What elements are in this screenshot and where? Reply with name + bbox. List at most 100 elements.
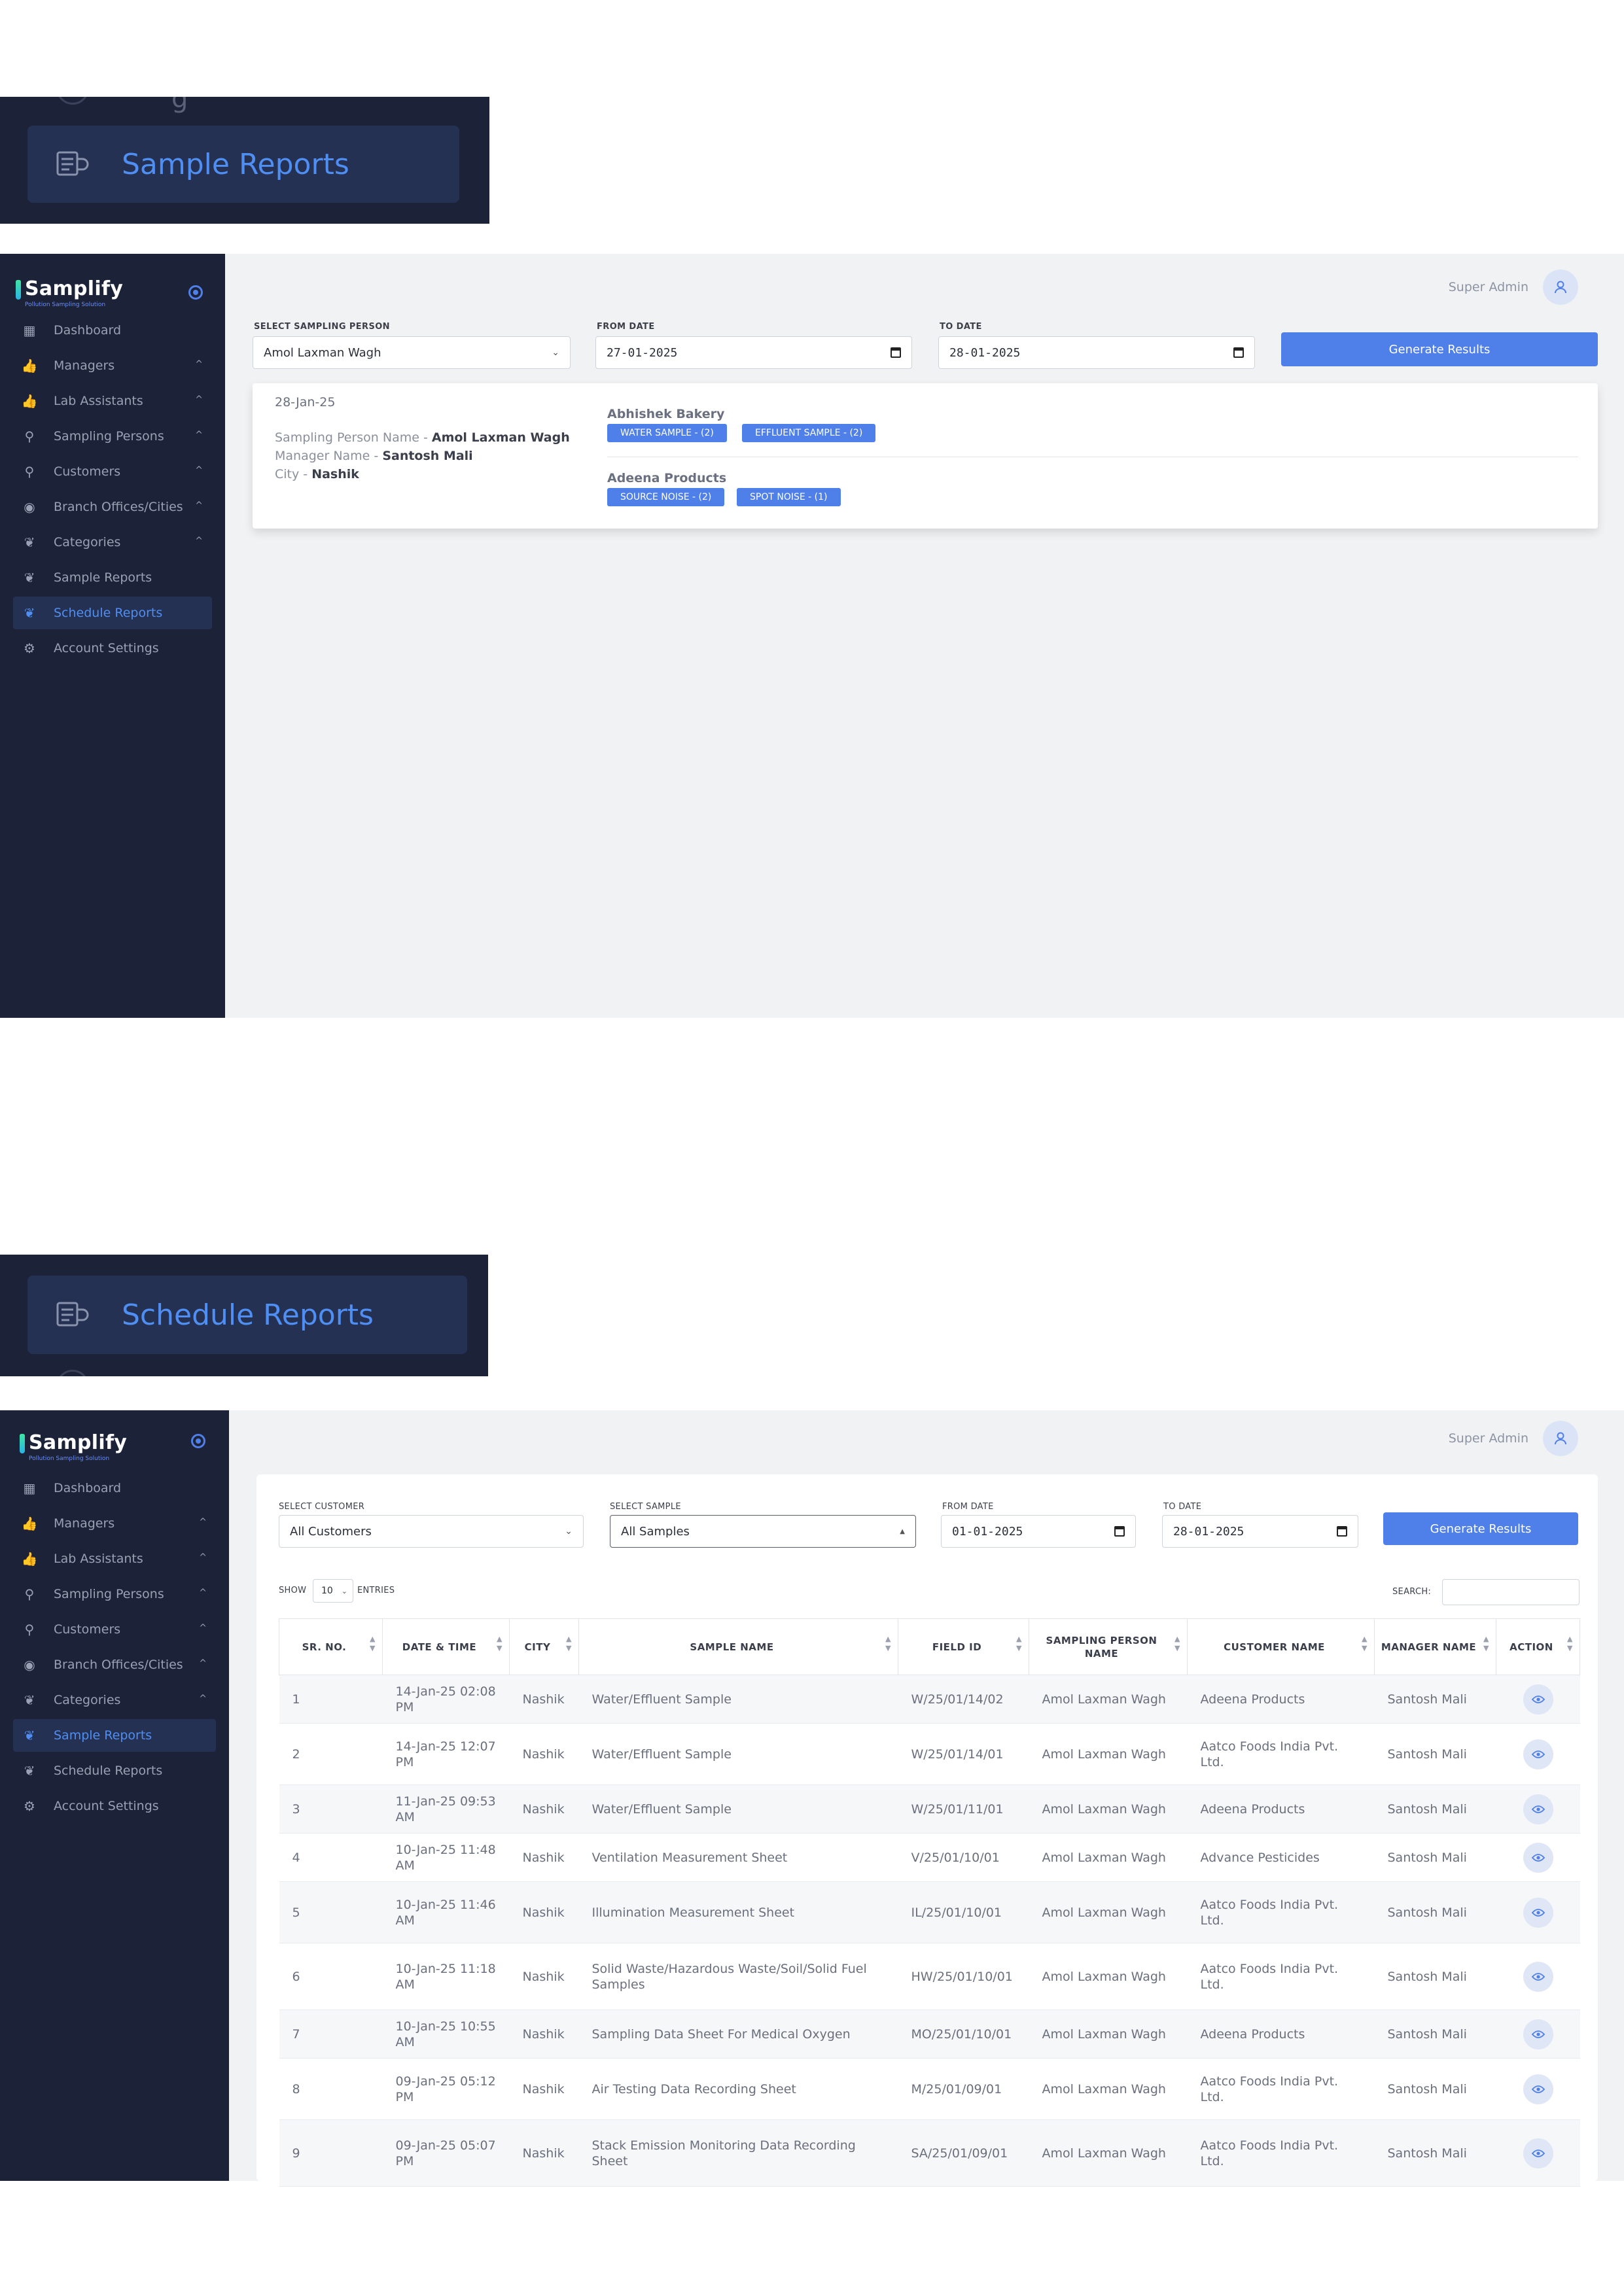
sample-select[interactable]: All Samples ▲ <box>610 1515 916 1548</box>
chevron-up-icon[interactable]: ^ <box>199 1623 207 1633</box>
sidebar-item-account-settings[interactable]: ⚙ Account Settings <box>13 632 212 665</box>
collapse-sidebar-icon[interactable] <box>191 1434 205 1448</box>
view-eye-icon[interactable] <box>1523 1897 1553 1928</box>
sort-icon[interactable]: ▲ ▼ <box>497 1635 503 1653</box>
sidebar-item-sampling-persons[interactable]: ⚲ Sampling Persons ^ <box>13 1578 216 1610</box>
sidebar-item-dashboard[interactable]: ▦ Dashboard <box>13 1472 216 1505</box>
generate-results-button[interactable]: Generate Results <box>1383 1512 1578 1545</box>
city-cell: Nashik <box>509 2119 579 2187</box>
sort-icon[interactable]: ▲ ▼ <box>1016 1635 1022 1653</box>
sidebar-item-sample-reports[interactable]: ❦ Sample Reports <box>13 561 212 594</box>
from-date-input[interactable]: 01-01-2025 <box>941 1515 1136 1548</box>
view-eye-icon[interactable] <box>1523 1684 1553 1714</box>
column-header[interactable]: DATE & TIME ▲ ▼ <box>382 1618 510 1675</box>
view-eye-icon[interactable] <box>1523 2019 1553 2049</box>
sort-icon[interactable]: ▲ ▼ <box>1174 1635 1180 1653</box>
chevron-up-icon[interactable]: ^ <box>195 359 203 370</box>
banner-ghost-circle <box>56 97 89 105</box>
user-avatar-icon[interactable] <box>1543 1421 1578 1456</box>
calendar-icon[interactable] <box>1337 1526 1347 1537</box>
sidebar-item-customers[interactable]: ⚲ Customers ^ <box>13 455 212 488</box>
column-header-label: DATE & TIME <box>402 1641 477 1653</box>
to-date-input[interactable]: 28-01-2025 <box>1162 1515 1358 1548</box>
sidebar-item-categories[interactable]: ❦ Categories ^ <box>13 526 212 559</box>
city-cell: Nashik <box>509 2009 579 2059</box>
user-menu[interactable]: Super Admin <box>1449 270 1578 305</box>
chevron-up-icon[interactable]: ^ <box>195 536 203 546</box>
manager-name-cell: Santosh Mali <box>1374 1833 1496 1882</box>
chevron-up-icon[interactable]: ^ <box>199 1552 207 1563</box>
from-date-input[interactable]: 27-01-2025 <box>595 336 912 369</box>
sidebar-item-sampling-persons[interactable]: ⚲ Sampling Persons ^ <box>13 420 212 453</box>
chevron-up-icon[interactable]: ^ <box>195 500 203 511</box>
sr-no-cell: 1 <box>279 1675 383 1724</box>
view-eye-icon[interactable] <box>1523 1961 1553 1992</box>
column-header[interactable]: ACTION ▲ ▼ <box>1496 1618 1580 1675</box>
chevron-up-icon[interactable]: ^ <box>195 394 203 405</box>
sidebar-item-schedule-reports[interactable]: ❦ Schedule Reports <box>13 597 212 629</box>
view-eye-icon[interactable] <box>1523 1794 1553 1824</box>
column-header[interactable]: MANAGER NAME ▲ ▼ <box>1374 1618 1496 1675</box>
sidebar-item-lab-assistants[interactable]: 👍 Lab Assistants ^ <box>13 1542 216 1575</box>
chevron-up-icon[interactable]: ^ <box>199 1588 207 1598</box>
customer-select[interactable]: All Customers ⌄ <box>279 1515 584 1548</box>
column-header[interactable]: SAMPLING PERSON NAME ▲ ▼ <box>1029 1618 1188 1675</box>
collapse-sidebar-icon[interactable] <box>188 285 203 300</box>
map-pin-icon: ◉ <box>24 499 35 515</box>
sort-icon[interactable]: ▲ ▼ <box>885 1635 891 1653</box>
chevron-up-icon[interactable]: ^ <box>199 1658 207 1669</box>
sidebar-item-schedule-reports[interactable]: ❦ Schedule Reports <box>13 1754 216 1787</box>
sidebar-item-managers[interactable]: 👍 Managers ^ <box>13 1507 216 1540</box>
sidebar-item-customers[interactable]: ⚲ Customers ^ <box>13 1613 216 1646</box>
generate-results-button[interactable]: Generate Results <box>1281 332 1598 366</box>
sidebar-item-managers[interactable]: 👍 Managers ^ <box>13 349 212 382</box>
customer-name-cell: Aatco Foods India Pvt. Ltd. <box>1187 2119 1375 2187</box>
column-header[interactable]: CITY ▲ ▼ <box>509 1618 579 1675</box>
calendar-icon[interactable] <box>1114 1526 1125 1537</box>
sidebar-item-label: Dashboard <box>54 323 122 338</box>
calendar-icon[interactable] <box>1233 347 1244 358</box>
customer-name-cell: Aatco Foods India Pvt. Ltd. <box>1187 2058 1375 2120</box>
to-date-input[interactable]: 28-01-2025 <box>938 336 1255 369</box>
to-date-value: 28-01-2025 <box>1173 1524 1244 1539</box>
sampling-person-select[interactable]: Amol Laxman Wagh ⌄ <box>253 336 571 369</box>
column-header[interactable]: CUSTOMER NAME ▲ ▼ <box>1187 1618 1375 1675</box>
sample-name-cell: Ventilation Measurement Sheet <box>578 1833 898 1882</box>
sidebar-item-categories[interactable]: ❦ Categories ^ <box>13 1684 216 1716</box>
sidebar-item-branch-offices-cities[interactable]: ◉ Branch Offices/Cities ^ <box>13 1648 216 1681</box>
view-eye-icon[interactable] <box>1523 1739 1553 1769</box>
view-eye-icon[interactable] <box>1523 2074 1553 2104</box>
sidebar-item-branch-offices-cities[interactable]: ◉ Branch Offices/Cities ^ <box>13 491 212 523</box>
field-id-cell: W/25/01/11/01 <box>898 1784 1029 1834</box>
user-menu[interactable]: Super Admin <box>1449 1421 1578 1456</box>
search-input[interactable] <box>1442 1579 1580 1605</box>
sample-reports-menu-button[interactable]: Sample Reports <box>27 126 459 203</box>
sort-icon[interactable]: ▲ ▼ <box>566 1635 572 1653</box>
dashboard-icon: ▦ <box>23 322 36 338</box>
sidebar-item-lab-assistants[interactable]: 👍 Lab Assistants ^ <box>13 385 212 417</box>
column-header[interactable]: SR. NO. ▲ ▼ <box>279 1618 383 1675</box>
calendar-icon[interactable] <box>891 347 901 358</box>
chevron-up-icon[interactable]: ^ <box>195 465 203 476</box>
chevron-up-icon[interactable]: ^ <box>199 1694 207 1704</box>
chevron-up-icon[interactable]: ^ <box>195 430 203 440</box>
sidebar-item-dashboard[interactable]: ▦ Dashboard <box>13 314 212 347</box>
column-header[interactable]: FIELD ID ▲ ▼ <box>898 1618 1029 1675</box>
entries-select[interactable]: 10 ⌄ <box>313 1579 353 1603</box>
user-avatar-icon[interactable] <box>1543 270 1578 305</box>
sort-icon[interactable]: ▲ ▼ <box>370 1635 376 1653</box>
view-eye-icon[interactable] <box>1523 2138 1553 2168</box>
sort-icon[interactable]: ▲ ▼ <box>1362 1635 1368 1653</box>
sort-icon[interactable]: ▲ ▼ <box>1567 1635 1573 1653</box>
sidebar-item-account-settings[interactable]: ⚙ Account Settings <box>13 1790 216 1822</box>
view-eye-icon[interactable] <box>1523 1842 1553 1873</box>
sidebar-item-sample-reports[interactable]: ❦ Sample Reports <box>13 1719 216 1752</box>
sidebar-item-label: Customers <box>54 464 121 479</box>
brand-tagline: Pollution Sampling Solution <box>29 1455 110 1462</box>
chevron-up-icon[interactable]: ^ <box>199 1517 207 1527</box>
sort-icon[interactable]: ▲ ▼ <box>1483 1635 1489 1653</box>
table-row: 6 10-Jan-25 11:18 AM Nashik Solid Waste/Haz… <box>279 1943 1580 2010</box>
column-header[interactable]: SAMPLE NAME ▲ ▼ <box>578 1618 898 1675</box>
schedule-reports-menu-button[interactable]: Schedule Reports <box>27 1276 467 1354</box>
action-cell <box>1496 1881 1580 1943</box>
